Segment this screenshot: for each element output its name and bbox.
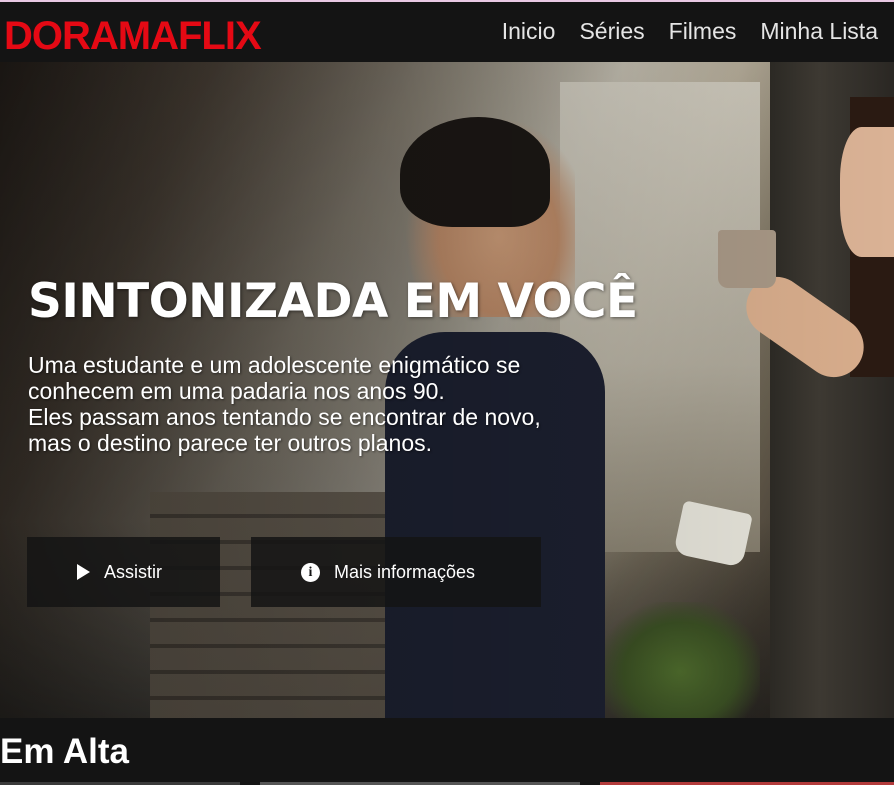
brand-logo[interactable]: DORAMAFLIX [4, 14, 262, 59]
more-info-button-label: Mais informações [334, 561, 476, 582]
more-info-button[interactable]: i Mais informações [251, 537, 541, 607]
hero-description-line: Eles passam anos tentando se encontrar d… [28, 404, 541, 430]
play-icon [77, 564, 90, 580]
top-navigation-bar: DORAMAFLIX Inicio Séries Filmes Minha Li… [0, 0, 894, 62]
play-button-label: Assistir [104, 561, 162, 582]
hero-title: SINTONIZADA EM VOCÊ [28, 274, 638, 329]
nav-item-filmes[interactable]: Filmes [669, 18, 737, 45]
main-nav: Inicio Séries Filmes Minha Lista [502, 18, 878, 45]
play-button[interactable]: Assistir [27, 537, 220, 607]
hero-description-line: Uma estudante e um adolescente enigmátic… [28, 352, 521, 378]
nav-item-inicio[interactable]: Inicio [502, 18, 556, 45]
hero-banner: SINTONIZADA EM VOCÊ Uma estudante e um a… [0, 62, 894, 718]
section-title: Em Alta [0, 732, 130, 771]
trending-section: Em Alta [0, 718, 894, 785]
nav-item-series[interactable]: Séries [579, 18, 644, 45]
nav-item-minha-lista[interactable]: Minha Lista [760, 18, 878, 45]
info-icon: i [301, 562, 320, 582]
hero-description: Uma estudante e um adolescente enigmátic… [28, 352, 648, 456]
hero-description-line: mas o destino parece ter outros planos. [28, 430, 433, 456]
hero-description-line: conhecem em uma padaria nos anos 90. [28, 378, 445, 404]
